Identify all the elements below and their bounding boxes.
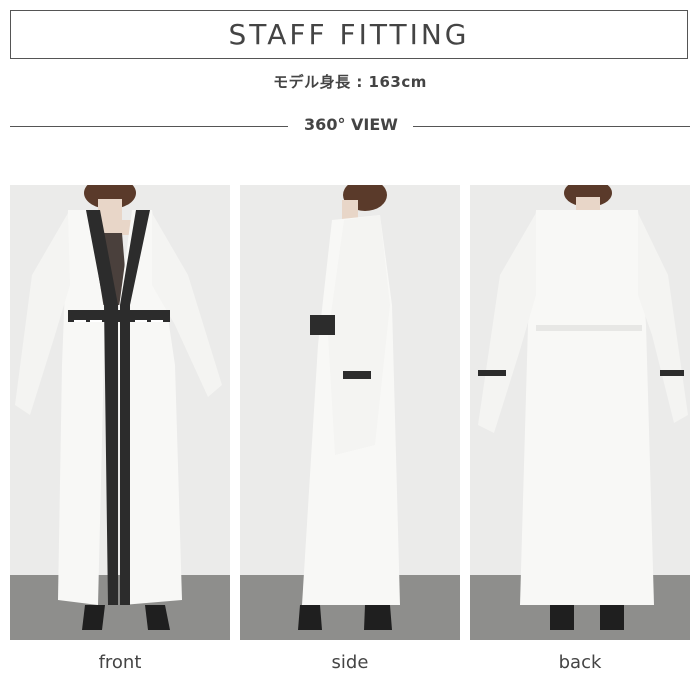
model-height-text: モデル身長 : 163cm [273,73,427,91]
side-figure-illustration [240,185,460,640]
divider-line-right [413,126,690,127]
back-figure-illustration [470,185,690,640]
photo-back [470,185,690,640]
caption-side: side [331,652,369,673]
view-divider: 360° VIEW [10,115,690,139]
view-label: 360° VIEW [304,115,398,134]
photo-front [10,185,230,640]
divider-line-left [10,126,288,127]
caption-front: front [98,652,142,673]
photo-side [240,185,460,640]
front-figure-illustration [10,185,230,640]
page-title: STAFF FITTING [228,18,470,51]
title-box: STAFF FITTING [10,10,688,59]
caption-back: back [558,652,602,673]
